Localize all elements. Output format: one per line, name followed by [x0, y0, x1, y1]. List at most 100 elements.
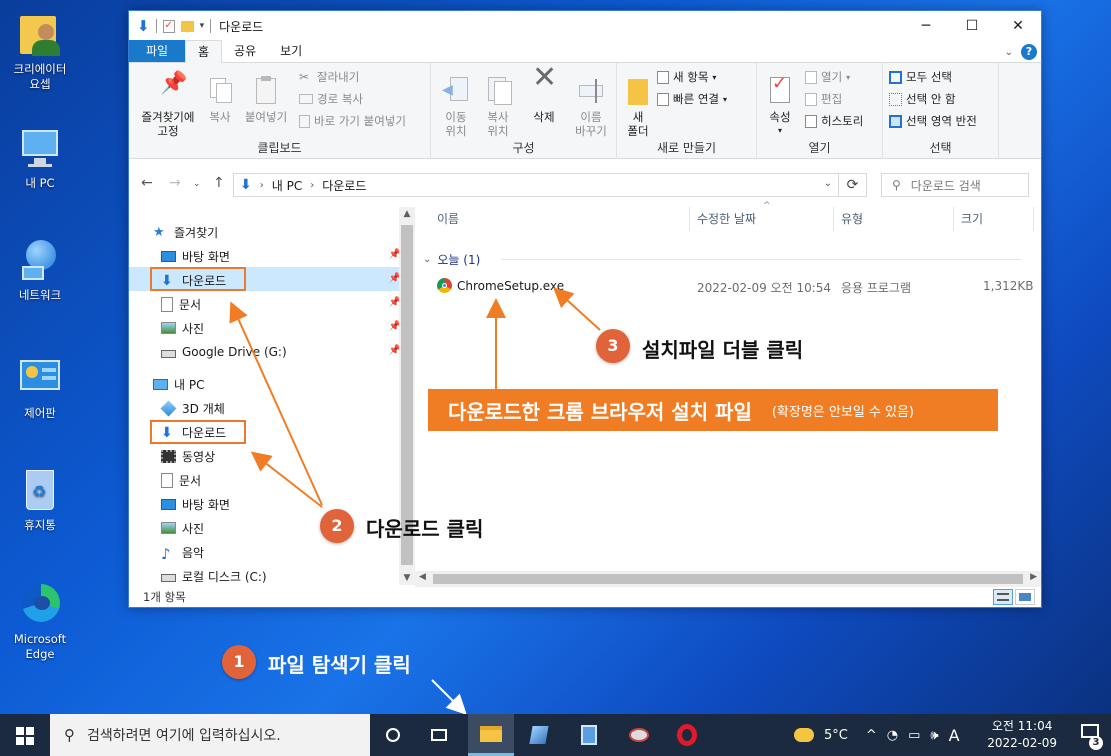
- scrollbar-thumb[interactable]: [433, 574, 1023, 584]
- new-folder-button[interactable]: 새 폴더: [621, 75, 655, 138]
- taskbar-app-calculator[interactable]: [566, 714, 612, 756]
- refresh-button[interactable]: ⟳: [839, 173, 867, 197]
- nav-item-pictures[interactable]: 사진: [161, 317, 204, 339]
- easy-access-button[interactable]: 빠른 연결 ▾: [657, 89, 727, 109]
- taskbar-clock[interactable]: 오전 11:04 2022-02-09: [987, 718, 1057, 752]
- column-header-modified[interactable]: 수정한 날짜 ^: [697, 201, 831, 229]
- properties-check-icon[interactable]: ✓: [162, 19, 175, 33]
- address-bar[interactable]: ⬇ › 내 PC › 다운로드 ⌄: [233, 173, 839, 197]
- details-view-button[interactable]: [993, 589, 1013, 605]
- tab-file[interactable]: 파일: [129, 40, 185, 62]
- breadcrumb-segment[interactable]: 내 PC: [272, 177, 302, 194]
- chevron-right-icon[interactable]: ›: [260, 180, 264, 191]
- back-arrow-icon[interactable]: ←: [141, 175, 153, 191]
- taskbar-app-opera[interactable]: [664, 714, 710, 756]
- taskbar-file-explorer[interactable]: [468, 714, 514, 756]
- pin-to-quick-access-button[interactable]: 📌 즐겨찾기에 고정: [135, 73, 201, 139]
- column-header-name[interactable]: 이름: [437, 207, 687, 229]
- desktop-icon-network[interactable]: 네트워크: [3, 236, 77, 303]
- recent-dropdown-icon[interactable]: ⌄: [193, 179, 201, 189]
- calculator-icon: [581, 725, 597, 745]
- tab-share[interactable]: 공유: [222, 40, 268, 62]
- select-none-button[interactable]: 선택 안 함: [889, 89, 956, 109]
- desktop-icon-user-folder[interactable]: 크리에이터 요셉: [3, 10, 77, 92]
- column-divider[interactable]: [1033, 207, 1034, 231]
- nav-item-3d-objects[interactable]: 3D 개체: [160, 397, 225, 419]
- properties-button[interactable]: ✓ 속성 ▾: [763, 75, 797, 138]
- nav-item-pc-desktop[interactable]: 바탕 화면: [161, 493, 230, 515]
- scroll-right-icon[interactable]: ▶: [1030, 572, 1037, 582]
- search-input[interactable]: ⚲ 다운로드 검색: [881, 173, 1029, 197]
- scroll-down-icon[interactable]: ▼: [399, 573, 415, 583]
- nav-item-pc-pictures[interactable]: 사진: [161, 517, 204, 539]
- start-button[interactable]: [0, 714, 48, 756]
- move-to-button[interactable]: ◀ 이동 위치: [439, 75, 473, 138]
- desktop-icon-edge[interactable]: Microsoft Edge: [3, 580, 77, 662]
- copy-path-button[interactable]: 경로 복사: [299, 89, 363, 109]
- nav-item-pc-documents[interactable]: 문서: [161, 469, 201, 491]
- rename-button[interactable]: 이름 바꾸기: [571, 75, 611, 138]
- invert-selection-button[interactable]: 선택 영역 반전: [889, 111, 977, 131]
- scroll-up-icon[interactable]: ▲: [399, 209, 415, 219]
- new-folder-icon[interactable]: [180, 20, 194, 32]
- history-button[interactable]: 히스토리: [805, 111, 863, 131]
- edit-button[interactable]: 편집: [805, 89, 842, 109]
- cortana-button[interactable]: [370, 714, 416, 756]
- paste-button[interactable]: 붙여넣기: [241, 75, 291, 124]
- large-icons-view-button[interactable]: [1015, 589, 1035, 605]
- action-center-button[interactable]: 3: [1079, 722, 1103, 750]
- open-button[interactable]: 열기 ▾: [805, 67, 850, 87]
- column-divider[interactable]: [833, 207, 834, 231]
- help-icon[interactable]: ?: [1021, 44, 1037, 60]
- chevron-right-icon[interactable]: ›: [310, 180, 314, 191]
- network-icon[interactable]: ▭: [908, 728, 920, 743]
- column-divider[interactable]: [953, 207, 954, 231]
- column-header-size[interactable]: 크기: [961, 207, 1031, 229]
- nav-item-desktop[interactable]: 바탕 화면: [161, 245, 230, 267]
- nav-this-pc[interactable]: 내 PC: [153, 373, 204, 395]
- tab-home[interactable]: 홈: [185, 40, 223, 63]
- group-header[interactable]: ⌄ 오늘 (1): [423, 251, 1021, 268]
- cut-button[interactable]: ✂ 잘라내기: [299, 67, 359, 87]
- up-arrow-icon[interactable]: ↑: [213, 175, 225, 191]
- nav-item-music[interactable]: ♪ 음악: [161, 541, 204, 563]
- select-all-button[interactable]: 모두 선택: [889, 67, 952, 87]
- paste-shortcut-button[interactable]: 바로 가기 붙여넣기: [299, 111, 406, 131]
- delete-button[interactable]: ✕ 삭제: [527, 63, 561, 125]
- tab-view[interactable]: 보기: [268, 40, 314, 62]
- scroll-left-icon[interactable]: ◀: [419, 572, 426, 582]
- copy-to-button[interactable]: 복사 위치: [481, 75, 515, 138]
- desktop-icon-control-panel[interactable]: 제어판: [3, 354, 77, 421]
- column-header-type[interactable]: 유형: [841, 207, 951, 229]
- nav-item-documents[interactable]: 문서: [161, 293, 201, 315]
- nav-item-local-disk[interactable]: 로컬 디스크 (C:): [161, 565, 267, 587]
- nav-item-videos[interactable]: 동영상: [161, 445, 215, 467]
- nav-item-google-drive[interactable]: Google Drive (G:): [161, 341, 287, 363]
- chevron-down-icon[interactable]: ⌄: [1005, 47, 1013, 58]
- meet-now-icon[interactable]: ◔: [887, 728, 898, 743]
- ime-indicator[interactable]: A: [949, 726, 960, 745]
- file-row[interactable]: ChromeSetup.exe 2022-02-09 오전 10:54 응용 프…: [415, 275, 1041, 297]
- maximize-button[interactable]: ☐: [949, 11, 995, 41]
- close-button[interactable]: ✕: [995, 11, 1041, 41]
- new-item-button[interactable]: 새 항목 ▾: [657, 67, 716, 87]
- copy-button[interactable]: 복사: [203, 75, 237, 124]
- desktop-icon-recycle-bin[interactable]: ♻ 휴지통: [3, 466, 77, 533]
- chevron-up-icon[interactable]: ^: [866, 728, 877, 743]
- taskbar-app-notepad[interactable]: [516, 714, 562, 756]
- taskbar-search-box[interactable]: ⚲ 검색하려면 여기에 입력하십시오.: [50, 714, 370, 756]
- customize-dropdown-icon[interactable]: ▾: [200, 21, 205, 31]
- weather-temp[interactable]: 5°C: [824, 728, 848, 743]
- forward-arrow-icon[interactable]: →: [169, 175, 181, 191]
- nav-quick-access[interactable]: ★ 즐겨찾기: [153, 221, 218, 243]
- weather-icon[interactable]: [794, 728, 814, 742]
- desktop-icon-this-pc[interactable]: 내 PC: [3, 124, 77, 191]
- minimize-button[interactable]: ─: [903, 11, 949, 41]
- column-divider[interactable]: [689, 207, 690, 231]
- download-arrow-icon[interactable]: ⬇: [137, 17, 150, 35]
- volume-icon[interactable]: 🕪: [930, 728, 938, 743]
- breadcrumb-segment[interactable]: 다운로드: [322, 177, 366, 194]
- task-view-button[interactable]: [416, 714, 462, 756]
- taskbar-app-paint[interactable]: [616, 714, 662, 756]
- chevron-down-icon[interactable]: ⌄: [824, 178, 832, 189]
